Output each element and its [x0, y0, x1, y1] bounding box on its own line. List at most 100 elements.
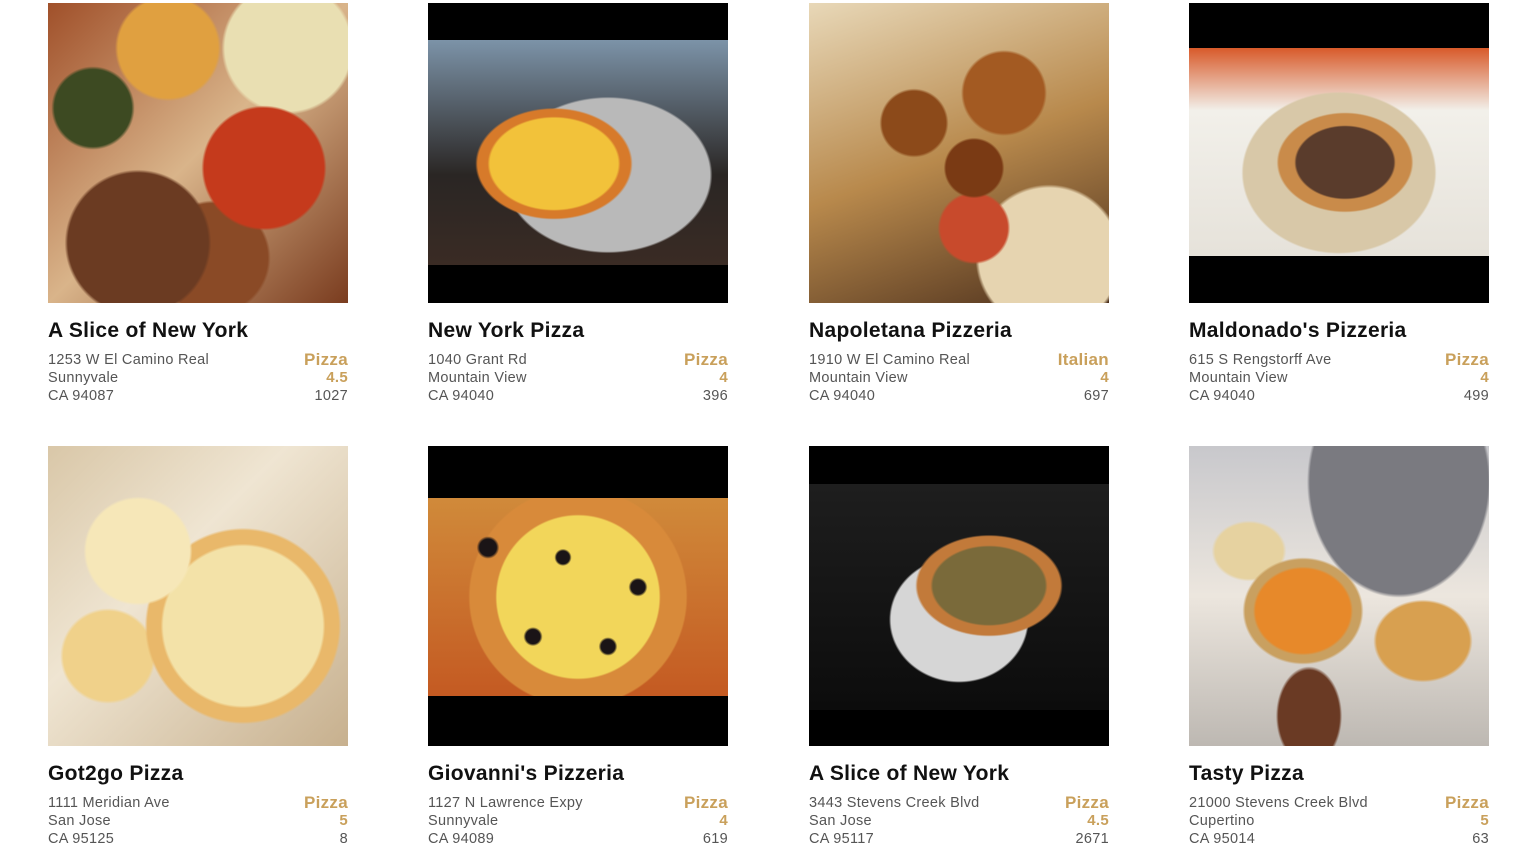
category-label: Pizza — [683, 350, 728, 369]
street-address: 1040 Grant Rd — [428, 352, 528, 368]
review-count: 2671 — [1075, 831, 1109, 847]
letterbox-bottom — [428, 265, 728, 303]
rating-value: 4 — [719, 369, 728, 386]
state-zip: CA 94040 — [1189, 388, 1256, 404]
city: Mountain View — [428, 370, 527, 386]
city: Sunnyvale — [428, 813, 499, 829]
review-count: 697 — [1083, 388, 1109, 404]
rating-value: 4 — [1480, 369, 1489, 386]
restaurant-name[interactable]: New York Pizza — [428, 319, 584, 343]
city: Cupertino — [1189, 813, 1255, 829]
category-label: Pizza — [1444, 350, 1489, 369]
pizza-slice-plate-photo — [809, 484, 1109, 710]
rating-value: 4.5 — [326, 369, 348, 386]
restaurant-photo[interactable] — [428, 446, 728, 746]
state-zip: CA 95125 — [48, 831, 115, 847]
review-count: 63 — [1472, 831, 1489, 847]
restaurant-meta: Pizza 4.5 1027 — [304, 351, 348, 405]
state-zip: CA 95014 — [1189, 831, 1256, 847]
letterbox-top — [809, 446, 1109, 484]
rating-value: 4 — [719, 812, 728, 829]
letterbox-top — [428, 3, 728, 40]
street-address: 3443 Stevens Creek Blvd — [809, 795, 980, 811]
restaurant-photo[interactable] — [428, 3, 728, 303]
restaurant-address: 21000 Stevens Creek Blvd Cupertino CA 95… — [1189, 794, 1409, 848]
restaurant-meta: Pizza 4 619 — [684, 794, 728, 848]
restaurant-name[interactable]: Giovanni's Pizzeria — [428, 762, 624, 786]
city: Sunnyvale — [48, 370, 119, 386]
letterbox-top — [428, 446, 728, 498]
city: Mountain View — [809, 370, 908, 386]
restaurant-card[interactable]: Giovanni's Pizzeria 1127 N Lawrence Expy… — [428, 446, 728, 847]
restaurant-card[interactable]: New York Pizza 1040 Grant Rd Mountain Vi… — [428, 3, 728, 404]
restaurant-address: 1253 W El Camino Real Sunnyvale CA 94087 — [48, 351, 268, 405]
restaurant-address: 1127 N Lawrence Expy Sunnyvale CA 94089 — [428, 794, 648, 848]
street-address: 1253 W El Camino Real — [48, 352, 210, 368]
letterbox-bottom — [1189, 256, 1489, 303]
restaurant-card[interactable]: A Slice of New York 3443 Stevens Creek B… — [809, 446, 1109, 847]
restaurant-photo[interactable] — [809, 3, 1109, 303]
pineapple-pizza-photo — [428, 40, 728, 265]
category-label: Pizza — [683, 793, 728, 812]
city: Mountain View — [1189, 370, 1288, 386]
review-count: 1027 — [314, 388, 348, 404]
state-zip: CA 95117 — [809, 831, 875, 847]
restaurant-card[interactable]: A Slice of New York 1253 W El Camino Rea… — [48, 3, 348, 404]
street-address: 1910 W El Camino Real — [809, 352, 971, 368]
restaurant-meta: Pizza 5 63 — [1445, 794, 1489, 848]
city: San Jose — [809, 813, 872, 829]
restaurant-name[interactable]: Maldonado's Pizzeria — [1189, 319, 1407, 343]
rating-value: 5 — [1480, 812, 1489, 829]
category-label: Pizza — [1064, 793, 1109, 812]
restaurant-address: 615 S Rengstorff Ave Mountain View CA 94… — [1189, 351, 1409, 405]
city: San Jose — [48, 813, 111, 829]
category-label: Pizza — [303, 793, 348, 812]
restaurant-meta: Pizza 5 8 — [304, 794, 348, 848]
state-zip: CA 94040 — [428, 388, 495, 404]
restaurant-photo[interactable] — [1189, 3, 1489, 303]
rating-value: 4.5 — [1087, 812, 1109, 829]
restaurant-name[interactable]: A Slice of New York — [48, 319, 248, 343]
restaurant-meta: Pizza 4 499 — [1445, 351, 1489, 405]
category-label: Pizza — [303, 350, 348, 369]
restaurant-meta: Pizza 4 396 — [684, 351, 728, 405]
restaurant-address: 1910 W El Camino Real Mountain View CA 9… — [809, 351, 1029, 405]
letterbox-bottom — [809, 710, 1109, 746]
restaurant-address: 1111 Meridian Ave San Jose CA 95125 — [48, 794, 268, 848]
review-count: 396 — [702, 388, 728, 404]
restaurant-card[interactable]: Maldonado's Pizzeria 615 S Rengstorff Av… — [1189, 3, 1489, 404]
letterbox-top — [1189, 3, 1489, 48]
restaurant-card[interactable]: Napoletana Pizzeria 1910 W El Camino Rea… — [809, 3, 1109, 404]
restaurant-photo[interactable] — [48, 3, 348, 303]
street-address: 1111 Meridian Ave — [48, 795, 170, 811]
letterbox-bottom — [428, 696, 728, 746]
restaurant-card[interactable]: Tasty Pizza 21000 Stevens Creek Blvd Cup… — [1189, 446, 1489, 847]
cheese-pizza-pull-photo — [48, 446, 348, 746]
restaurant-meta: Pizza 4.5 2671 — [1065, 794, 1109, 848]
restaurant-name[interactable]: Napoletana Pizzeria — [809, 319, 1012, 343]
pizza-spread-photo — [1189, 446, 1489, 746]
pizza-slices-box-photo — [48, 3, 348, 303]
state-zip: CA 94040 — [809, 388, 876, 404]
restaurant-card[interactable]: Got2go Pizza 1111 Meridian Ave San Jose … — [48, 446, 348, 847]
restaurant-name[interactable]: A Slice of New York — [809, 762, 1009, 786]
review-count: 499 — [1463, 388, 1489, 404]
restaurant-grid: A Slice of New York 1253 W El Camino Rea… — [0, 0, 1522, 862]
rating-value: 4 — [1100, 369, 1109, 386]
restaurant-photo[interactable] — [809, 446, 1109, 746]
restaurant-address: 1040 Grant Rd Mountain View CA 94040 — [428, 351, 648, 405]
rating-value: 5 — [339, 812, 348, 829]
restaurant-address: 3443 Stevens Creek Blvd San Jose CA 9511… — [809, 794, 1029, 848]
pizza-in-box-photo — [1189, 48, 1489, 256]
state-zip: CA 94089 — [428, 831, 495, 847]
restaurant-name[interactable]: Tasty Pizza — [1189, 762, 1304, 786]
category-label: Italian — [1057, 350, 1109, 369]
restaurant-meta: Italian 4 697 — [1058, 351, 1109, 405]
street-address: 21000 Stevens Creek Blvd — [1189, 795, 1368, 811]
street-address: 615 S Rengstorff Ave — [1189, 352, 1332, 368]
restaurant-name[interactable]: Got2go Pizza — [48, 762, 183, 786]
restaurant-photo[interactable] — [48, 446, 348, 746]
neapolitan-pizza-closeup-photo — [809, 3, 1109, 303]
olive-pizza-photo — [428, 498, 728, 696]
restaurant-photo[interactable] — [1189, 446, 1489, 746]
